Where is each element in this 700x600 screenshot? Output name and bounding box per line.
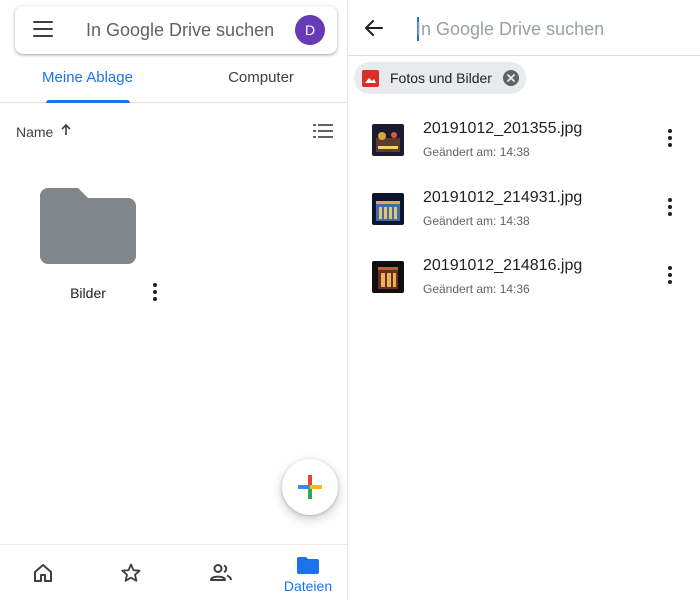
file-modified: Geändert am: 14:38 [423, 145, 530, 159]
file-name: 20191012_214816.jpg [423, 257, 583, 274]
more-options-icon[interactable] [660, 265, 680, 285]
account-avatar[interactable]: D [295, 15, 325, 45]
nav-shared[interactable] [176, 545, 262, 600]
tab-computers[interactable]: Computer [175, 60, 347, 102]
plus-icon [298, 475, 322, 499]
search-input[interactable]: In Google Drive suchen [416, 19, 604, 40]
list-view-icon[interactable] [313, 123, 333, 139]
new-button[interactable] [282, 459, 338, 515]
folder-tile[interactable]: Bilder [30, 178, 170, 308]
filter-chip-label: Fotos und Bilder [390, 70, 492, 86]
sort-label[interactable]: Name [16, 124, 53, 140]
active-tab-indicator [46, 100, 130, 103]
more-options-icon[interactable] [660, 197, 680, 217]
bottom-navigation: Dateien [0, 544, 347, 600]
clear-filter-icon[interactable] [502, 69, 520, 87]
image-thumbnail [372, 261, 404, 293]
folder-name: Bilder [70, 285, 106, 301]
more-options-icon[interactable] [660, 128, 680, 148]
shared-people-icon [210, 564, 232, 581]
tab-my-drive[interactable]: Meine Ablage [0, 60, 175, 102]
search-results-pane: In Google Drive suchen Fotos und Bilder … [348, 0, 700, 600]
search-header: In Google Drive suchen [348, 0, 700, 56]
image-icon [362, 70, 379, 87]
image-thumbnail [372, 193, 404, 225]
file-name: 20191012_214931.jpg [423, 189, 583, 206]
more-options-icon[interactable] [145, 282, 165, 302]
tab-bar: Meine Ablage Computer [0, 60, 347, 103]
filter-chip[interactable]: Fotos und Bilder [354, 62, 526, 94]
nav-files[interactable]: Dateien [264, 545, 347, 600]
nav-starred[interactable] [88, 545, 174, 600]
file-name: 20191012_201355.jpg [423, 120, 583, 137]
sort-arrow-up-icon[interactable] [58, 122, 74, 138]
file-row[interactable]: 20191012_214931.jpg Geändert am: 14:38 [348, 185, 700, 245]
search-placeholder[interactable]: In Google Drive suchen [86, 20, 274, 41]
home-icon [34, 564, 52, 582]
back-arrow-icon[interactable] [364, 18, 384, 38]
my-drive-pane: In Google Drive suchen D Meine Ablage Co… [0, 0, 347, 600]
star-icon [121, 563, 141, 582]
file-modified: Geändert am: 14:36 [423, 282, 530, 296]
folder-icon [297, 557, 319, 574]
file-modified: Geändert am: 14:38 [423, 214, 530, 228]
file-row[interactable]: 20191012_201355.jpg Geändert am: 14:38 [348, 116, 700, 176]
hamburger-menu-icon[interactable] [33, 21, 53, 39]
search-bar[interactable]: In Google Drive suchen D [15, 6, 337, 54]
file-row[interactable]: 20191012_214816.jpg Geändert am: 14:36 [348, 253, 700, 313]
nav-home[interactable] [0, 545, 86, 600]
nav-files-label: Dateien [283, 578, 333, 594]
sort-row: Name [0, 118, 347, 146]
image-thumbnail [372, 124, 404, 156]
folder-icon [40, 188, 136, 264]
